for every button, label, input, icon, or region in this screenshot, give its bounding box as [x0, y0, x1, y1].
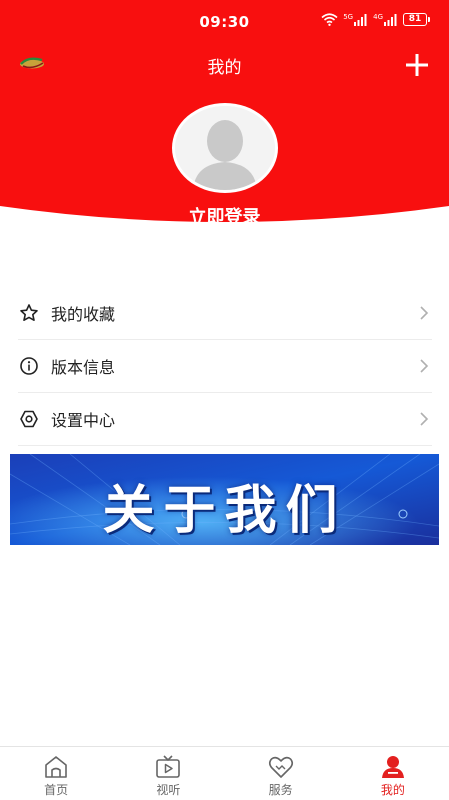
tab-label: 服务: [268, 783, 293, 797]
tab-services[interactable]: 服务: [225, 747, 337, 800]
network-type-label: 5G: [343, 12, 354, 21]
default-avatar-icon: [175, 106, 275, 190]
signal-icon: [354, 13, 367, 26]
about-us-banner[interactable]: 关于我们: [10, 454, 439, 545]
tab-label: 我的: [380, 783, 405, 797]
menu-item-label: 我的收藏: [51, 305, 116, 324]
menu-item-favorites[interactable]: 我的收藏: [18, 287, 432, 340]
info-icon: [19, 356, 39, 376]
tab-home[interactable]: 首页: [0, 747, 112, 800]
profile-icon: [381, 756, 404, 778]
menu-item-version-info[interactable]: 版本信息: [18, 340, 432, 393]
chevron-right-icon: [420, 412, 429, 426]
tab-label: 首页: [44, 783, 69, 797]
chevron-right-icon: [420, 306, 429, 320]
star-icon: [19, 303, 39, 323]
tab-mine[interactable]: 我的: [337, 747, 449, 800]
add-button[interactable]: [403, 51, 431, 79]
wifi-icon: [321, 13, 338, 26]
status-icons: 5G 4G 81: [321, 12, 430, 26]
menu-item-settings[interactable]: 设置中心: [18, 393, 432, 446]
menu-item-label: 版本信息: [51, 358, 116, 377]
login-button[interactable]: 立即登录: [0, 203, 449, 229]
bottom-tab-bar: 首页 视听 服务 我的: [0, 746, 449, 800]
heart-icon: [268, 756, 293, 778]
avatar[interactable]: [172, 103, 278, 193]
battery-icon: 81: [403, 13, 430, 26]
home-icon: [45, 756, 67, 778]
settings-icon: [19, 409, 39, 429]
status-bar: 09:30 5G 4G 81: [0, 0, 449, 44]
chevron-right-icon: [420, 359, 429, 373]
page-title: 我的: [207, 58, 242, 78]
tv-icon: [156, 755, 181, 778]
menu-item-label: 设置中心: [51, 411, 116, 430]
network-type-label: 4G: [373, 12, 383, 21]
tab-label: 视听: [156, 783, 181, 797]
signal-group-1: 5G: [343, 12, 368, 26]
tab-audiovisual[interactable]: 视听: [112, 747, 224, 800]
menu-list: 我的收藏 版本信息 设置中心: [18, 287, 432, 446]
signal-group-2: 4G: [373, 12, 398, 26]
banner-title: 关于我们: [102, 481, 347, 541]
signal-icon: [384, 13, 397, 26]
